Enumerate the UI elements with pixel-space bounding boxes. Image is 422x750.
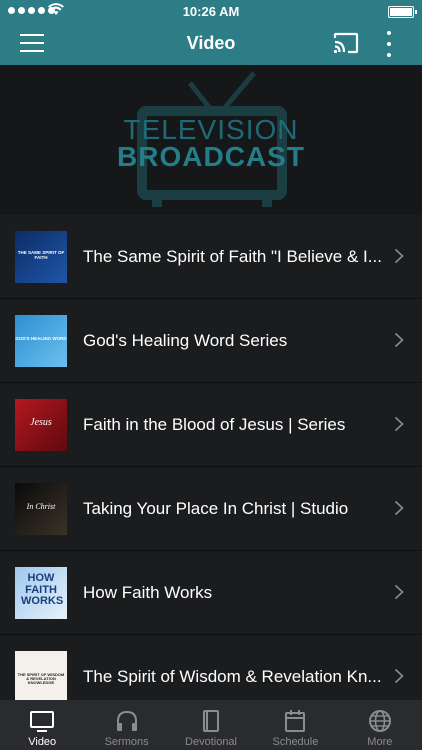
chevron-right-icon [394,416,404,432]
chevron-right-icon [394,668,404,684]
video-thumbnail: In Christ [15,483,67,535]
cast-icon[interactable] [333,32,359,54]
video-title: God's Healing Word Series [83,331,288,350]
video-title: Faith in the Blood of Jesus | Series [83,415,346,434]
status-bar: 10:26 AM [0,0,422,22]
banner-title-line2: BROADCAST [117,141,305,172]
more-options-button[interactable] [383,31,395,57]
more-vert-icon [387,31,391,35]
tab-bar: Video Sermons Devotional Schedule More [0,700,422,750]
video-thumbnail: THE SPIRIT OF WISDOM & REVELATION KNOWLE… [15,651,67,703]
list-item[interactable]: In Christ Taking Your Place In Christ | … [0,467,422,551]
tab-schedule[interactable]: Schedule [253,700,337,750]
nav-bar: Video [0,22,422,65]
banner: TELEVISION BROADCAST [0,65,422,215]
chevron-right-icon [394,500,404,516]
list-item[interactable]: Jesus Faith in the Blood of Jesus | Seri… [0,383,422,467]
calendar-icon [285,710,306,732]
tab-more[interactable]: More [338,700,422,750]
video-title: The Same Spirit of Faith "I Believe & I.… [83,247,382,266]
tab-video[interactable]: Video [0,700,84,750]
chevron-right-icon [394,584,404,600]
chevron-right-icon [394,248,404,264]
tab-label: Schedule [272,736,319,748]
video-thumbnail: Jesus [15,399,67,451]
video-title: Taking Your Place In Christ | Studio [83,499,349,518]
video-title: The Spirit of Wisdom & Revelation Kn... [83,667,382,686]
tab-devotional[interactable]: Devotional [169,700,253,750]
video-thumbnail: GOD'S HEALING WORD [15,315,67,367]
tab-label: Video [28,736,57,748]
list-item[interactable]: HOW FAITH WORKS How Faith Works [0,551,422,635]
headphones-icon [116,710,137,731]
video-title: How Faith Works [83,583,213,602]
tab-label: More [367,736,393,748]
globe-icon [368,710,391,732]
book-icon [203,710,220,732]
tab-sermons[interactable]: Sermons [84,700,168,750]
tab-label: Sermons [104,736,149,748]
video-thumbnail: THE SAME SPIRIT OF FAITH [15,231,67,283]
tab-label: Devotional [185,736,237,748]
status-time: 10:26 AM [182,4,240,19]
tv-icon [30,711,55,732]
list-item[interactable]: GOD'S HEALING WORD God's Healing Word Se… [0,299,422,383]
chevron-right-icon [394,332,404,348]
list-item[interactable]: THE SAME SPIRIT OF FAITH The Same Spirit… [0,215,422,299]
video-list: THE SAME SPIRIT OF FAITH The Same Spirit… [0,215,422,719]
battery-icon [388,6,417,18]
video-thumbnail: HOW FAITH WORKS [15,567,67,619]
